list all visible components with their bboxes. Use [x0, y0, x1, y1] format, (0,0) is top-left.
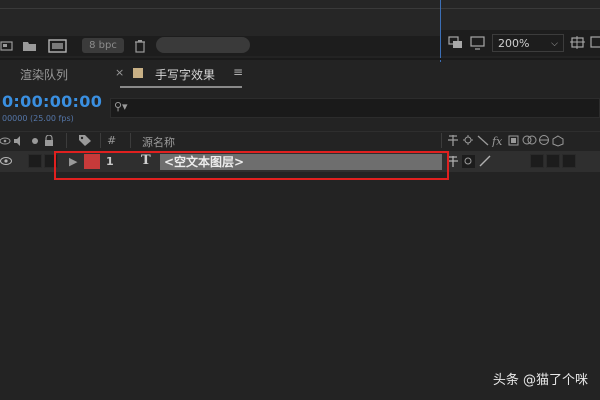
chevron-down-icon: ⌵	[551, 39, 558, 49]
project-scroll-pill[interactable]	[156, 37, 250, 53]
av-switch-header-icons	[0, 135, 53, 146]
layer-switch-box[interactable]	[530, 154, 544, 168]
column-number-header[interactable]: #	[107, 134, 116, 147]
column-source-name-header[interactable]: 源名称	[142, 134, 175, 150]
zoom-dropdown[interactable]: 200% ⌵	[492, 34, 564, 52]
composition-tab-icon	[133, 68, 143, 78]
monitor-icon[interactable]	[470, 36, 486, 50]
svg-text:fx: fx	[491, 135, 503, 147]
new-folder-icon[interactable]	[22, 40, 38, 52]
tab-composition[interactable]: 手写字效果	[155, 66, 215, 83]
column-divider	[66, 133, 67, 148]
column-divider	[100, 133, 101, 148]
panel-menu-icon[interactable]: ≡	[233, 65, 243, 79]
layer-switch-icons[interactable]	[446, 154, 496, 169]
trash-icon[interactable]	[134, 39, 146, 53]
column-divider	[441, 133, 442, 148]
highlight-box	[54, 151, 449, 180]
column-divider	[130, 133, 131, 148]
zoom-level-text: 200%	[498, 37, 530, 50]
solo-switch[interactable]	[28, 154, 42, 168]
panel-separator	[0, 58, 600, 60]
current-timecode[interactable]: 0:00:00:00	[2, 92, 102, 111]
label-tag-icon	[79, 135, 91, 146]
resolution-icon[interactable]	[570, 36, 588, 50]
tab-render-queue[interactable]: 渲染队列	[20, 66, 68, 83]
bit-depth-button[interactable]: 8 bpc	[82, 38, 124, 53]
watermark: 头条 @猫了个咪	[492, 373, 588, 388]
new-composition-icon[interactable]	[48, 39, 68, 53]
eye-icon[interactable]	[0, 156, 12, 166]
active-tab-indicator	[120, 86, 242, 88]
search-icon: ⚲▾	[114, 100, 128, 113]
interpret-footage-icon[interactable]	[0, 40, 14, 52]
grid-options-icon[interactable]	[590, 36, 600, 50]
layer-search-input[interactable]	[110, 98, 600, 118]
tab-close-icon[interactable]: ×	[115, 66, 124, 79]
layer-switch-box[interactable]	[562, 154, 576, 168]
frame-info: 00000 (25.00 fps)	[2, 114, 74, 123]
layer-switch-box[interactable]	[546, 154, 560, 168]
layer-switches-header-icons: fx	[448, 135, 564, 147]
always-preview-icon[interactable]	[448, 36, 464, 50]
